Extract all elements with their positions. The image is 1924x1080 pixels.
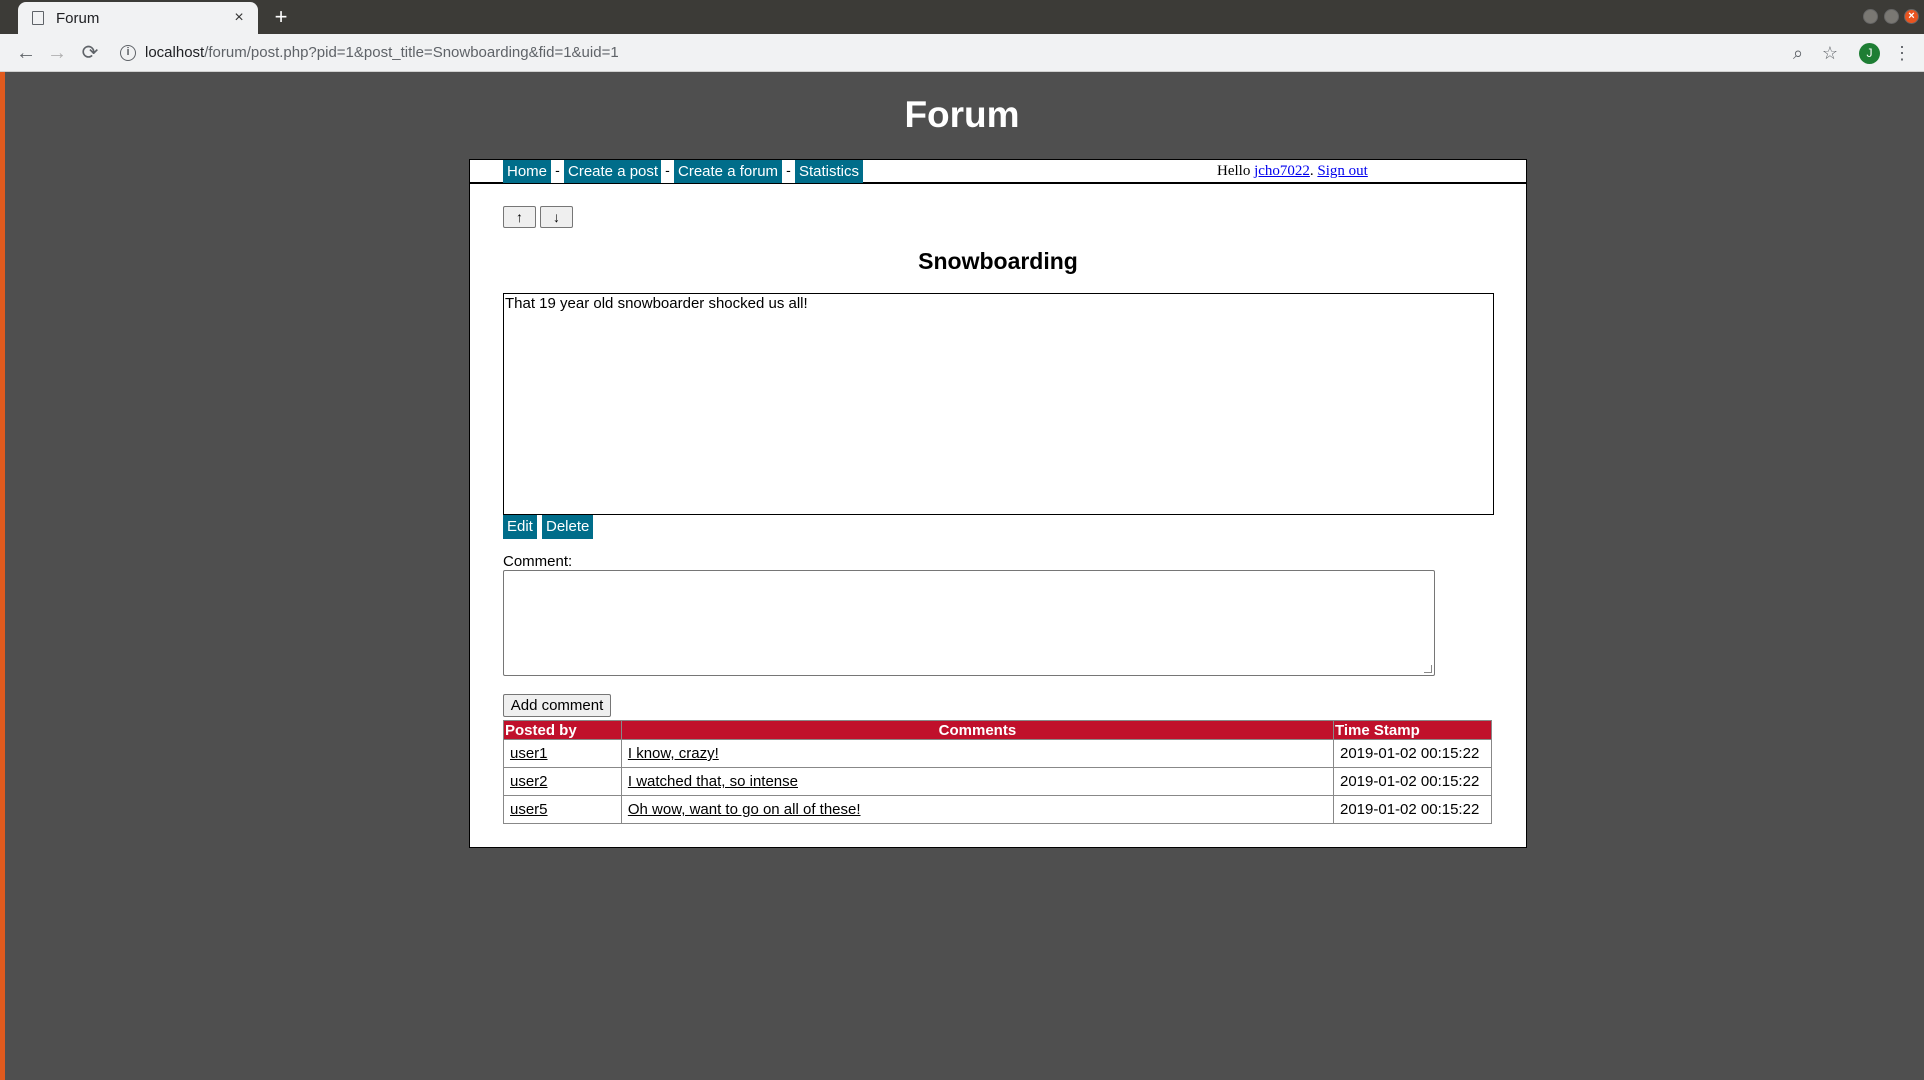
document-icon	[32, 11, 44, 25]
header-comments: Comments	[620, 720, 1335, 740]
user-greeting: Hello jcho7022. Sign out	[1217, 160, 1368, 182]
tab-strip: Forum × + ×	[0, 0, 1924, 34]
header-time-stamp: Time Stamp	[1333, 720, 1492, 740]
url-path: /forum/post.php?pid=1&post_title=Snowboa…	[204, 44, 619, 61]
site-info-icon[interactable]: i	[120, 45, 136, 61]
close-tab-icon[interactable]: ×	[230, 9, 248, 27]
cell-time: 2019-01-02 00:15:22	[1333, 739, 1492, 768]
nav-create-post[interactable]: Create a post	[564, 160, 663, 183]
browser-toolbar: ← → ⟳ i localhost/forum/post.php?pid=1&p…	[0, 34, 1924, 72]
forward-arrow-icon[interactable]: →	[44, 40, 70, 66]
sign-out-link[interactable]: Sign out	[1317, 163, 1367, 179]
cell-user: user1	[503, 739, 622, 768]
post-body: That 19 year old snowboarder shocked us …	[503, 293, 1494, 515]
close-window-button[interactable]: ×	[1904, 9, 1919, 24]
comment-label: Comment:	[503, 553, 573, 570]
cell-user: user5	[503, 795, 622, 824]
browser-tab[interactable]: Forum ×	[18, 2, 258, 34]
nav-create-forum[interactable]: Create a forum	[674, 160, 783, 183]
maximize-window-button[interactable]	[1884, 9, 1899, 24]
cell-time: 2019-01-02 00:15:22	[1333, 795, 1492, 824]
upvote-button[interactable]: ↑	[503, 206, 536, 228]
back-arrow-icon[interactable]: ←	[13, 40, 39, 66]
comment-textarea[interactable]	[503, 570, 1435, 676]
nav-home[interactable]: Home	[503, 160, 552, 183]
new-tab-button[interactable]: +	[268, 2, 294, 32]
comments-table: Posted by Comments Time Stamp user1 I kn…	[503, 720, 1492, 824]
table-row: user2 I watched that, so intense 2019-01…	[503, 767, 1492, 796]
comment-link[interactable]: Oh wow, want to go on all of these!	[628, 801, 861, 818]
desktop-edge	[0, 0, 5, 1080]
profile-avatar[interactable]: J	[1859, 43, 1880, 64]
zoom-icon[interactable]: ⌕	[1787, 42, 1809, 64]
edit-button[interactable]: Edit	[503, 515, 537, 539]
greeting-text: Hello	[1217, 163, 1255, 179]
comment-link[interactable]: I know, crazy!	[628, 745, 719, 762]
table-header-row: Posted by Comments Time Stamp	[503, 720, 1492, 740]
cell-time: 2019-01-02 00:15:22	[1333, 767, 1492, 796]
reload-icon[interactable]: ⟳	[77, 40, 103, 66]
delete-button[interactable]: Delete	[542, 515, 594, 539]
nav-statistics[interactable]: Statistics	[795, 160, 864, 183]
downvote-button[interactable]: ↓	[540, 206, 573, 228]
url-host: localhost	[145, 44, 205, 61]
user-link[interactable]: user1	[510, 745, 548, 762]
cell-comment: I know, crazy!	[620, 739, 1335, 768]
user-link[interactable]: user5	[510, 801, 548, 818]
site-title: Forum	[904, 94, 1020, 135]
browser-menu-icon[interactable]: ⋮	[1891, 42, 1913, 64]
cell-comment: I watched that, so intense	[620, 767, 1335, 796]
username-link[interactable]: jcho7022	[1254, 163, 1310, 179]
add-comment-button[interactable]: Add comment	[503, 694, 611, 717]
nav-separator: -	[661, 160, 674, 183]
comment-link[interactable]: I watched that, so intense	[628, 773, 798, 790]
main-content: Home - Create a post - Create a forum - …	[469, 159, 1527, 848]
header-posted-by: Posted by	[503, 720, 622, 740]
cell-comment: Oh wow, want to go on all of these!	[620, 795, 1335, 824]
nav-separator: -	[782, 160, 795, 183]
table-row: user1 I know, crazy! 2019-01-02 00:15:22	[503, 739, 1492, 768]
minimize-window-button[interactable]	[1863, 9, 1878, 24]
resize-handle-icon[interactable]	[1424, 665, 1432, 673]
bookmark-star-icon[interactable]: ☆	[1819, 42, 1841, 64]
user-link[interactable]: user2	[510, 773, 548, 790]
cell-user: user2	[503, 767, 622, 796]
top-nav: Home - Create a post - Create a forum - …	[470, 160, 1526, 184]
address-bar[interactable]: localhost/forum/post.php?pid=1&post_titl…	[145, 44, 619, 61]
table-row: user5 Oh wow, want to go on all of these…	[503, 795, 1492, 824]
tab-title: Forum	[56, 9, 100, 27]
post-title: Snowboarding	[918, 248, 1078, 274]
nav-separator: -	[551, 160, 564, 183]
